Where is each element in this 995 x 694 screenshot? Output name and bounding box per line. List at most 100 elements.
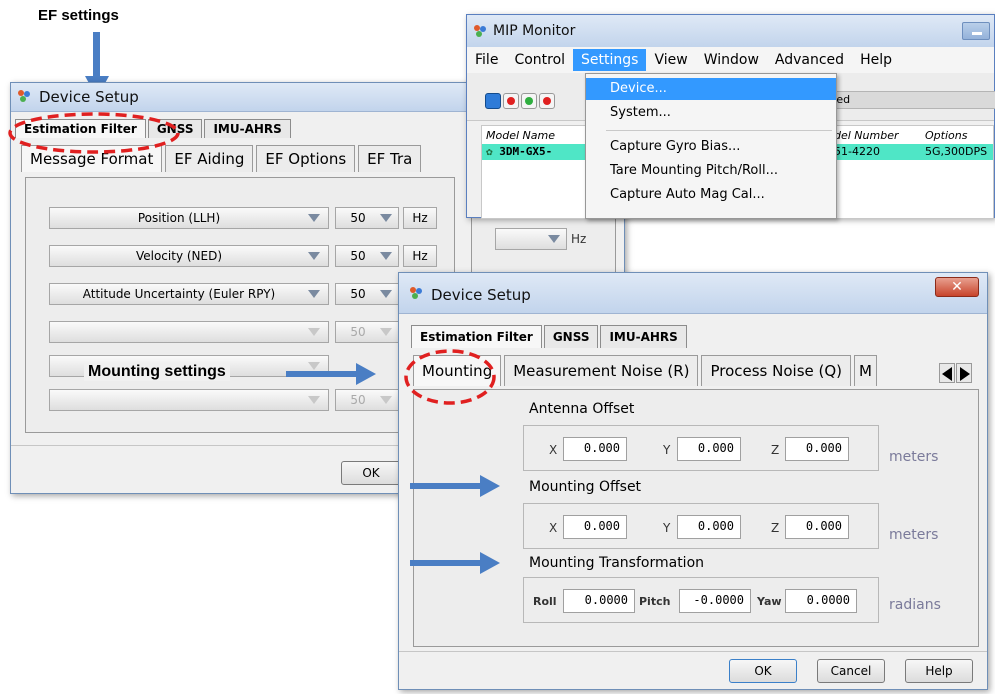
front-window-titlebar: Device Setup ✕ — [399, 273, 987, 314]
play-icon[interactable] — [521, 93, 537, 109]
menu-advanced[interactable]: Advanced — [767, 52, 852, 68]
message-combo-position[interactable]: Position (LLH) — [49, 207, 329, 229]
rate-combo-position[interactable]: 50 — [335, 207, 399, 229]
col-options: Options — [925, 129, 968, 142]
help-button[interactable]: Help — [905, 659, 973, 683]
tab-estimation-filter[interactable]: Estimation Filter — [411, 325, 542, 348]
back-ok-button[interactable]: OK — [341, 461, 401, 485]
mounting-offset-arrow-head — [480, 475, 500, 497]
roll-field[interactable]: 0.0000 — [563, 589, 635, 613]
arrow-right-icon[interactable] — [956, 363, 972, 383]
mounting-transformation-arrow-head — [480, 552, 500, 574]
menu-view[interactable]: View — [646, 52, 695, 68]
alarm-icon[interactable] — [539, 93, 555, 109]
menu-settings[interactable]: Settings — [573, 49, 647, 71]
message-combo-empty-1[interactable] — [49, 321, 329, 343]
dropdown-arrow-icon — [380, 252, 392, 260]
cancel-button[interactable]: Cancel — [817, 659, 885, 683]
rate-combo-velocity[interactable]: 50 — [335, 245, 399, 267]
menu-item-device[interactable]: Device... — [586, 78, 836, 100]
menu-file[interactable]: File — [467, 52, 506, 68]
app-icon — [410, 287, 422, 299]
pitch-field[interactable]: -0.0000 — [679, 589, 751, 613]
dropdown-arrow-icon — [308, 362, 320, 370]
mounting-transformation-unit: radians — [889, 597, 941, 613]
antenna-x-field[interactable]: 0.000 — [563, 437, 627, 461]
rate-combo-attitude-uncertainty[interactable]: 50 — [335, 283, 399, 305]
mounting-y-label: Y — [663, 521, 671, 535]
mip-monitor-window: MIP Monitor File Control Settings View W… — [466, 14, 995, 219]
mounting-transformation-arrow — [410, 560, 480, 566]
antenna-y-field[interactable]: 0.000 — [677, 437, 741, 461]
subtab-ef-options[interactable]: EF Options — [256, 145, 356, 172]
app-icon — [474, 25, 486, 37]
subtab-process-noise[interactable]: Process Noise (Q) — [701, 355, 852, 386]
mounting-z-label: Z — [771, 521, 780, 535]
menu-separator — [606, 130, 832, 131]
dropdown-arrow-icon — [308, 290, 320, 298]
arrow-left-icon[interactable] — [939, 363, 955, 383]
dropdown-arrow-icon — [308, 252, 320, 260]
message-combo-empty-3[interactable] — [49, 389, 329, 411]
unit-hz-position: Hz — [403, 207, 437, 229]
yaw-field[interactable]: 0.0000 — [785, 589, 857, 613]
tab-imu-ahrs[interactable]: IMU-AHRS — [600, 325, 687, 348]
record-icon[interactable] — [485, 93, 501, 109]
menu-item-system[interactable]: System... — [586, 102, 836, 124]
col-model-number: del Number — [834, 129, 899, 142]
roll-label: Roll — [533, 595, 557, 608]
unit-hz-velocity: Hz — [403, 245, 437, 267]
rate-combo-empty-1[interactable]: 50 — [335, 321, 399, 343]
mounting-y-field[interactable]: 0.000 — [677, 515, 741, 539]
mip-menubar: File Control Settings View Window Advanc… — [467, 47, 994, 73]
ef-settings-annotation: EF settings — [38, 7, 119, 24]
device-options: 5G,300DPS — [925, 145, 988, 158]
ef-settings-arrow — [93, 32, 100, 78]
antenna-unit: meters — [889, 449, 939, 465]
mounting-highlight-oval — [404, 349, 496, 405]
mounting-x-label: X — [549, 521, 558, 535]
front-main-tabs: Estimation Filter GNSS IMU-AHRS — [411, 325, 689, 348]
mip-title: MIP Monitor — [493, 23, 576, 39]
menu-item-capture-auto-mag-cal[interactable]: Capture Auto Mag Cal... — [586, 184, 836, 206]
subtab-more[interactable]: M — [854, 355, 877, 386]
antenna-z-field[interactable]: 0.000 — [785, 437, 849, 461]
antenna-z-label: Z — [771, 443, 780, 457]
tab-imu-ahrs[interactable]: IMU-AHRS — [204, 119, 291, 138]
dropdown-arrow-icon — [380, 328, 392, 336]
rate-combo-empty-3[interactable]: 50 — [335, 389, 399, 411]
stop-icon[interactable] — [503, 93, 519, 109]
ok-button[interactable]: OK — [729, 659, 797, 683]
dropdown-arrow-icon — [548, 235, 560, 243]
menu-item-capture-gyro-bias[interactable]: Capture Gyro Bias... — [586, 136, 836, 158]
antenna-y-label: Y — [663, 443, 671, 457]
mounting-settings-arrow — [286, 371, 356, 377]
menu-item-tare-mounting[interactable]: Tare Mounting Pitch/Roll... — [586, 160, 836, 182]
message-combo-velocity[interactable]: Velocity (NED) — [49, 245, 329, 267]
mip-minimize-button[interactable] — [962, 22, 990, 40]
yaw-label: Yaw — [757, 595, 782, 608]
mounting-x-field[interactable]: 0.000 — [563, 515, 627, 539]
antenna-x-label: X — [549, 443, 558, 457]
dropdown-arrow-icon — [380, 214, 392, 222]
menu-control[interactable]: Control — [506, 52, 573, 68]
dropdown-arrow-icon — [380, 396, 392, 404]
mounting-offset-arrow — [410, 483, 480, 489]
menu-help[interactable]: Help — [852, 52, 900, 68]
dropdown-arrow-icon — [308, 328, 320, 336]
message-combo-attitude-uncertainty[interactable]: Attitude Uncertainty (Euler RPY) — [49, 283, 329, 305]
subtab-measurement-noise[interactable]: Measurement Noise (R) — [504, 355, 699, 386]
ef-highlight-oval — [8, 112, 180, 154]
settings-dropdown-menu: Device... System... Capture Gyro Bias...… — [585, 73, 837, 219]
close-icon[interactable]: ✕ — [935, 277, 979, 297]
front-window-title: Device Setup — [431, 286, 531, 304]
mounting-offset-title: Mounting Offset — [529, 479, 642, 495]
mounting-z-field[interactable]: 0.000 — [785, 515, 849, 539]
menu-window[interactable]: Window — [696, 52, 767, 68]
front-footer-separator — [399, 651, 987, 652]
subtab-ef-tra[interactable]: EF Tra — [358, 145, 422, 172]
tab-gnss[interactable]: GNSS — [543, 325, 599, 348]
side-rate-combo[interactable] — [495, 228, 567, 250]
mounting-offset-unit: meters — [889, 527, 939, 543]
device-model-name: ✿ 3DM-GX5- — [486, 145, 553, 158]
